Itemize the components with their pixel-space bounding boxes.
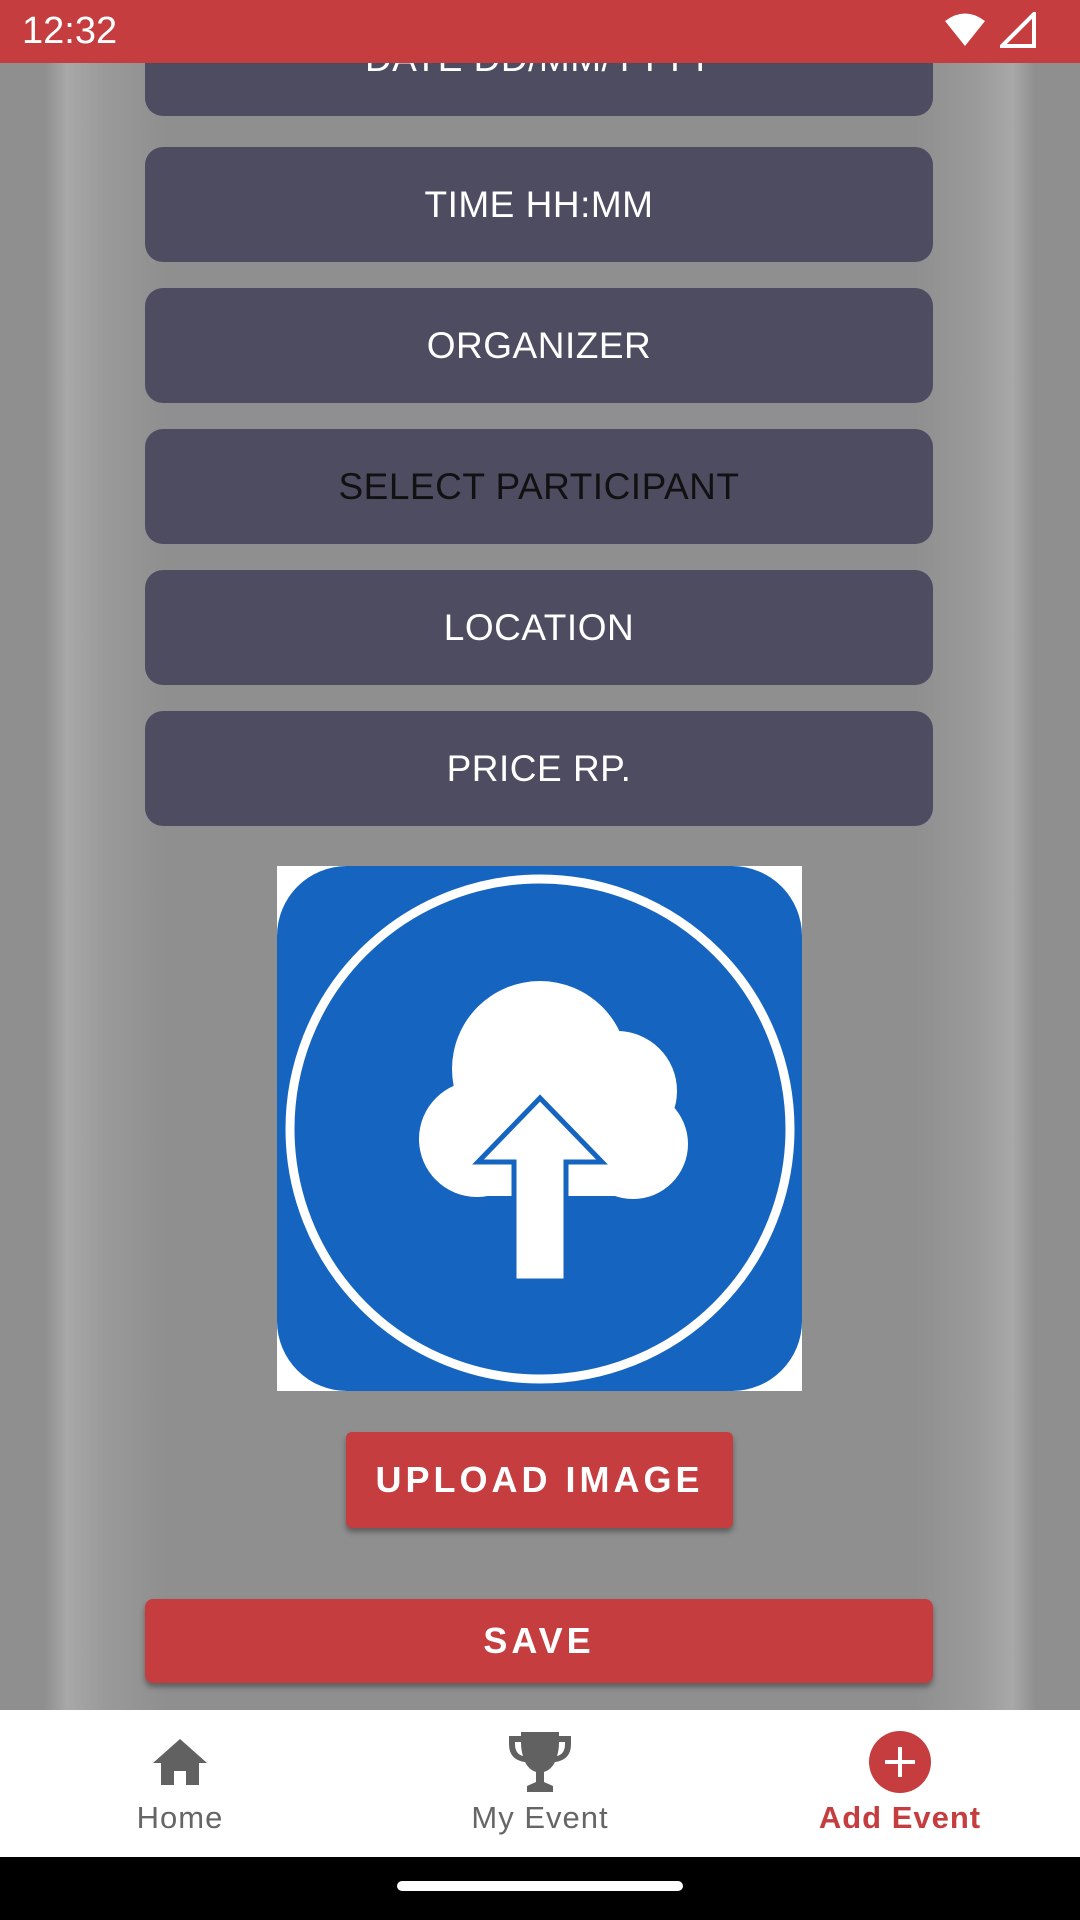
cell-signal-icon <box>997 8 1036 53</box>
home-gesture-handle[interactable] <box>397 1881 683 1891</box>
system-navigation-bar <box>0 1857 1080 1920</box>
status-bar: 12:32 <box>0 0 1080 63</box>
nav-label-home: Home <box>136 1800 224 1835</box>
upload-image-preview[interactable] <box>277 866 802 1391</box>
location-field-label: LOCATION <box>443 606 635 648</box>
cloud-upload-icon <box>277 866 802 1391</box>
organizer-field-label: ORGANIZER <box>426 324 652 366</box>
save-button[interactable]: SAVE <box>145 1599 933 1683</box>
nav-item-add-event[interactable]: Add Event <box>750 1710 1050 1857</box>
bottom-navigation: Home My Event Add Event <box>0 1710 1080 1857</box>
location-field[interactable]: LOCATION <box>145 570 933 685</box>
select-participant-button[interactable]: SELECT PARTICIPANT <box>145 429 933 544</box>
home-icon <box>151 1730 209 1794</box>
nav-label-my-event: My Event <box>471 1800 609 1835</box>
date-field[interactable]: DATE DD/MM/YYYY <box>145 63 933 116</box>
time-field[interactable]: TIME HH:MM <box>145 147 933 262</box>
save-button-label: SAVE <box>483 1620 595 1661</box>
upload-image-button[interactable]: UPLOAD IMAGE <box>346 1432 733 1528</box>
trophy-icon <box>507 1730 573 1794</box>
wifi-icon <box>944 12 986 53</box>
form-scroll-area[interactable]: DATE DD/MM/YYYY TIME HH:MM ORGANIZER SEL… <box>0 63 1080 1710</box>
nav-item-my-event[interactable]: My Event <box>390 1710 690 1857</box>
status-icons <box>944 8 1036 53</box>
status-time: 12:32 <box>22 10 118 52</box>
add-circle-icon <box>868 1730 932 1794</box>
date-field-label: DATE DD/MM/YYYY <box>365 63 713 80</box>
price-field[interactable]: PRICE RP. <box>145 711 933 826</box>
nav-label-add-event: Add Event <box>818 1800 982 1835</box>
price-field-label: PRICE RP. <box>446 747 632 789</box>
select-participant-label: SELECT PARTICIPANT <box>338 465 740 507</box>
organizer-field[interactable]: ORGANIZER <box>145 288 933 403</box>
time-field-label: TIME HH:MM <box>424 183 654 225</box>
nav-item-home[interactable]: Home <box>30 1710 330 1857</box>
upload-image-button-label: UPLOAD IMAGE <box>375 1459 704 1500</box>
